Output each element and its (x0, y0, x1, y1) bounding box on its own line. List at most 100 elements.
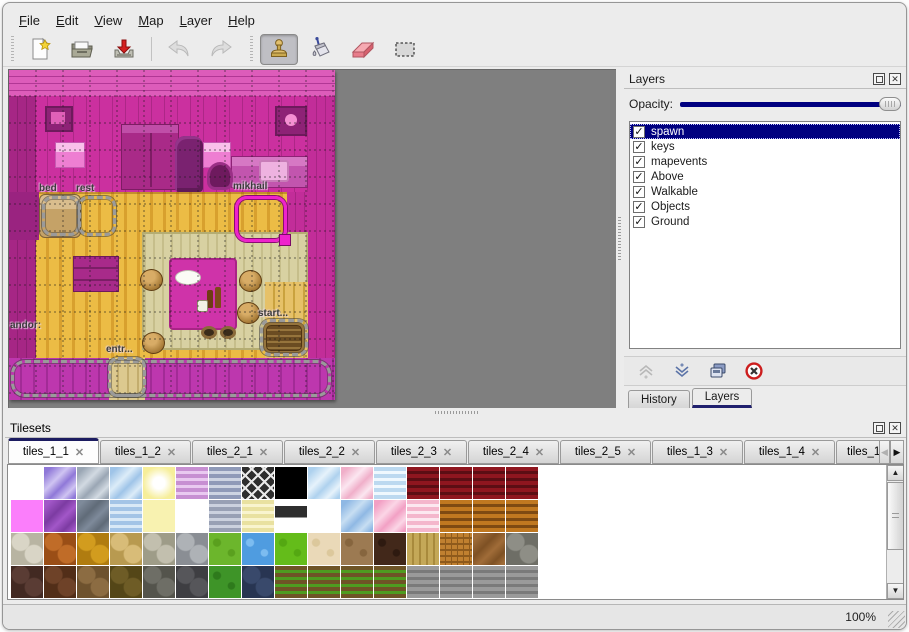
tile-3-8[interactable] (275, 566, 307, 598)
map-object-bed[interactable] (42, 196, 80, 236)
lower-layer-icon[interactable] (672, 361, 692, 381)
tile-1-8[interactable] (275, 500, 307, 532)
layer-visible-checkbox[interactable]: ✓ (633, 186, 645, 198)
map-object-rest[interactable] (78, 196, 116, 236)
tileset-tab-tiles_2_2[interactable]: tiles_2_2✕ (284, 440, 375, 464)
tileset-tab-tiles_1_2[interactable]: tiles_1_2✕ (100, 440, 191, 464)
tileset-tab-tiles_1_4[interactable]: tiles_1_4✕ (744, 440, 835, 464)
tile-1-6[interactable] (209, 500, 241, 532)
map-object-mikhail-selected[interactable] (235, 196, 287, 242)
save-icon[interactable] (105, 34, 143, 65)
toolbar-drag-handle[interactable] (9, 36, 15, 62)
map-object-andor[interactable] (11, 360, 331, 397)
tile-2-12[interactable] (407, 533, 439, 565)
menu-file[interactable]: File (11, 10, 48, 31)
layer-row-mapevents[interactable]: ✓mapevents (630, 154, 900, 169)
raise-layer-icon[interactable] (636, 361, 656, 381)
tile-1-5[interactable] (176, 500, 208, 532)
layer-row-spawn[interactable]: ✓spawn (630, 124, 900, 139)
redo-icon[interactable] (202, 34, 240, 65)
eraser-icon[interactable] (344, 34, 382, 65)
map-view[interactable]: bed rest mikhail andor: entr... start... (8, 69, 616, 408)
duplicate-layer-icon[interactable] (708, 361, 728, 381)
close-tab-icon[interactable]: ✕ (351, 446, 360, 459)
undo-icon[interactable] (160, 34, 198, 65)
tile-2-14[interactable] (473, 533, 505, 565)
tile-0-7[interactable] (242, 467, 274, 499)
tab-scroll-left-icon[interactable]: ◀ (879, 440, 890, 464)
tile-0-3[interactable] (110, 467, 142, 499)
dock-tab-history[interactable]: History (628, 390, 690, 408)
tile-3-3[interactable] (110, 566, 142, 598)
close-tab-icon[interactable]: ✕ (443, 446, 452, 459)
tile-1-15[interactable] (506, 500, 538, 532)
map-object-start[interactable] (260, 319, 308, 356)
tile-1-0[interactable] (11, 500, 43, 532)
tile-2-5[interactable] (176, 533, 208, 565)
tile-0-9[interactable] (308, 467, 340, 499)
rect-select-icon[interactable] (386, 34, 424, 65)
tile-3-14[interactable] (473, 566, 505, 598)
tile-2-3[interactable] (110, 533, 142, 565)
tileset-tab-tiles_2_4[interactable]: tiles_2_4✕ (468, 440, 559, 464)
tile-0-8[interactable] (275, 467, 307, 499)
stamp-brush-icon[interactable] (260, 34, 298, 65)
tile-3-7[interactable] (242, 566, 274, 598)
tile-3-5[interactable] (176, 566, 208, 598)
layer-visible-checkbox[interactable]: ✓ (633, 126, 645, 138)
opacity-slider-track[interactable] (680, 102, 901, 107)
layer-list[interactable]: ✓spawn✓keys✓mapevents✓Above✓Walkable✓Obj… (629, 121, 901, 349)
close-tab-icon[interactable]: ✕ (535, 446, 544, 459)
object-resize-handle[interactable] (279, 234, 291, 246)
tileset-tab-tiles_1_3[interactable]: tiles_1_3✕ (652, 440, 743, 464)
tileset-scrollbar[interactable]: ▲ ▼ (886, 465, 903, 599)
tile-2-15[interactable] (506, 533, 538, 565)
tile-0-2[interactable] (77, 467, 109, 499)
tile-0-11[interactable] (374, 467, 406, 499)
close-tab-icon[interactable]: ✕ (75, 446, 84, 459)
map-object-entr[interactable] (108, 357, 146, 397)
resize-grip[interactable] (888, 611, 905, 628)
close-tab-icon[interactable]: ✕ (719, 446, 728, 459)
layer-visible-checkbox[interactable]: ✓ (633, 216, 645, 228)
tile-3-11[interactable] (374, 566, 406, 598)
tile-0-4[interactable] (143, 467, 175, 499)
tileset-grid[interactable] (11, 467, 571, 599)
tile-2-13[interactable] (440, 533, 472, 565)
float-tilesets-icon[interactable] (873, 422, 885, 434)
menu-help[interactable]: Help (220, 10, 263, 31)
layer-row-Walkable[interactable]: ✓Walkable (630, 184, 900, 199)
menu-view[interactable]: View (86, 10, 130, 31)
tile-0-12[interactable] (407, 467, 439, 499)
tile-1-2[interactable] (77, 500, 109, 532)
close-panel-icon[interactable]: ✕ (889, 73, 901, 85)
tile-3-1[interactable] (44, 566, 76, 598)
tile-2-1[interactable] (44, 533, 76, 565)
tile-1-3[interactable] (110, 500, 142, 532)
layer-row-Above[interactable]: ✓Above (630, 169, 900, 184)
float-panel-icon[interactable] (873, 73, 885, 85)
scroll-up-icon[interactable]: ▲ (887, 465, 904, 481)
tile-1-10[interactable] (341, 500, 373, 532)
tile-2-8[interactable] (275, 533, 307, 565)
scroll-down-icon[interactable]: ▼ (887, 583, 904, 599)
tile-0-13[interactable] (440, 467, 472, 499)
layer-row-Objects[interactable]: ✓Objects (630, 199, 900, 214)
tile-0-15[interactable] (506, 467, 538, 499)
close-tab-icon[interactable]: ✕ (811, 446, 820, 459)
tileset-view[interactable]: ▲ ▼ (7, 464, 904, 600)
bucket-fill-icon[interactable] (302, 34, 340, 65)
tileset-tab-tiles_2_5[interactable]: tiles_2_5✕ (560, 440, 651, 464)
tile-2-7[interactable] (242, 533, 274, 565)
tile-0-5[interactable] (176, 467, 208, 499)
menu-layer[interactable]: Layer (172, 10, 221, 31)
tile-3-6[interactable] (209, 566, 241, 598)
tile-0-14[interactable] (473, 467, 505, 499)
tile-2-11[interactable] (374, 533, 406, 565)
tile-1-13[interactable] (440, 500, 472, 532)
opacity-slider[interactable] (680, 96, 901, 112)
tile-3-12[interactable] (407, 566, 439, 598)
tileset-tab-tiles_2_3[interactable]: tiles_2_3✕ (376, 440, 467, 464)
close-tab-icon[interactable]: ✕ (627, 446, 636, 459)
tile-0-10[interactable] (341, 467, 373, 499)
